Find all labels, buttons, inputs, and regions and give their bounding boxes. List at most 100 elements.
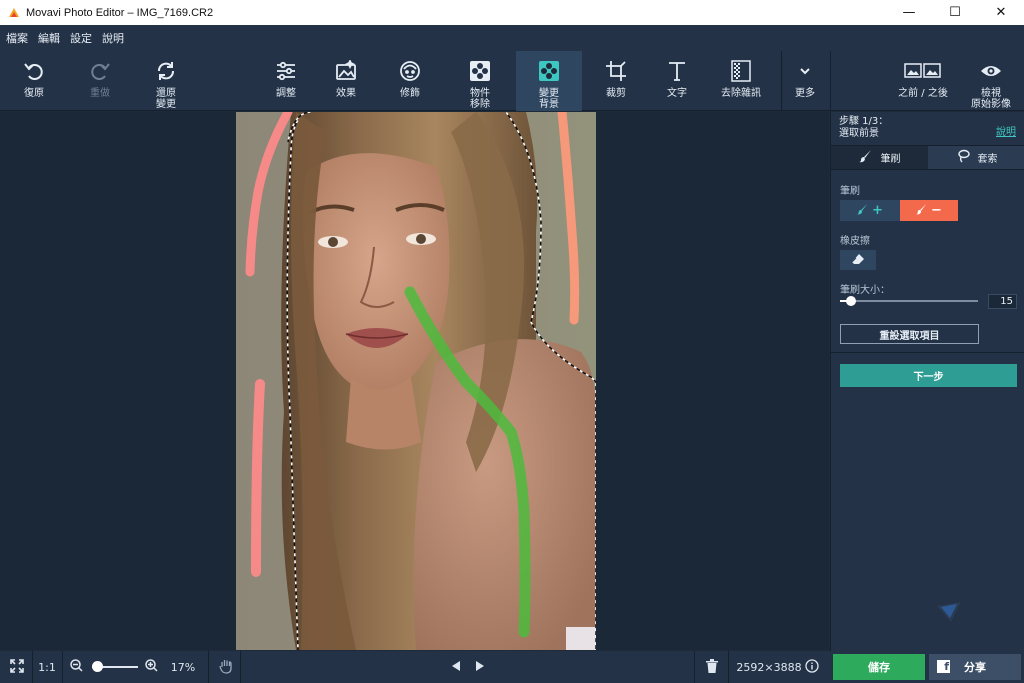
title-bar: Movavi Photo Editor – IMG_7169.CR2 — ☐ ✕ (0, 0, 1024, 25)
info-icon (805, 658, 819, 676)
eye-icon (979, 59, 1003, 83)
step-number: 步驟 1/3： (839, 116, 889, 127)
background-panel: 步驟 1/3： 選取前景 說明 筆刷 套索 筆刷 + − 橡皮擦 筆刷大小： 1… (830, 112, 1024, 652)
eraser-icon (851, 253, 865, 268)
before-after-label: 之前 / 之後 (898, 88, 948, 99)
status-divider (728, 651, 729, 683)
panel-divider (831, 352, 1024, 353)
status-divider (32, 651, 33, 683)
restore-changes-button[interactable]: 還原 變更 (134, 51, 198, 111)
effects-icon (334, 59, 358, 83)
chevron-down-icon (793, 59, 817, 83)
selection-tabs: 筆刷 套索 (831, 145, 1024, 170)
text-button[interactable]: 文字 (645, 51, 709, 111)
brush-plus-icon (857, 203, 869, 219)
change-background-button[interactable]: 變更 背景 (516, 51, 582, 111)
zoom-in-icon (144, 659, 158, 675)
info-button[interactable] (802, 651, 822, 683)
save-button[interactable]: 儲存 (833, 654, 925, 680)
brush-size-slider-track[interactable] (840, 300, 978, 302)
reset-selection-button[interactable]: 重設選取項目 (840, 324, 979, 344)
redo-icon (88, 59, 112, 83)
trash-icon (706, 658, 718, 676)
undo-label: 復原 (24, 88, 44, 99)
tab-lasso[interactable]: 套索 (928, 146, 1024, 169)
fit-screen-icon (10, 658, 24, 676)
status-divider (62, 651, 63, 683)
photo-editor-window: Movavi Photo Editor – IMG_7169.CR2 — ☐ ✕… (0, 0, 1024, 683)
image-canvas[interactable] (0, 112, 829, 650)
text-icon (665, 59, 689, 83)
movavi-logo-icon (8, 7, 20, 19)
chevron-right-icon (475, 660, 485, 675)
tab-lasso-label: 套索 (977, 154, 998, 165)
actual-size-button[interactable]: 1:1 (34, 651, 60, 683)
tab-brush[interactable]: 筆刷 (831, 146, 928, 169)
redo-label: 重做 (90, 88, 110, 99)
undo-button[interactable]: 復原 (2, 51, 66, 111)
adjust-button[interactable]: 調整 (254, 51, 318, 111)
status-divider (208, 651, 209, 683)
pan-tool-button[interactable] (214, 651, 238, 683)
more-label: 更多 (795, 88, 815, 99)
step-description: 選取前景 (839, 128, 879, 139)
object-removal-button[interactable]: 物件 移除 (448, 51, 512, 111)
window-title: Movavi Photo Editor – IMG_7169.CR2 (26, 6, 214, 19)
zoom-out-button[interactable] (68, 651, 84, 683)
tab-brush-label: 筆刷 (880, 154, 901, 165)
denoise-label: 去除雜訊 (721, 88, 761, 99)
delete-button[interactable] (700, 651, 724, 683)
view-original-button[interactable]: 檢視 原始影像 (959, 51, 1023, 111)
retouch-button[interactable]: 修飾 (378, 51, 442, 111)
change-background-label: 變更 背景 (539, 88, 559, 110)
restore-label: 還原 變更 (156, 88, 176, 110)
zoom-slider-thumb[interactable] (91, 661, 103, 672)
zoom-level: 17% (170, 660, 196, 674)
toolbar-divider (830, 51, 831, 111)
before-after-button[interactable]: 之前 / 之後 (889, 51, 957, 111)
maximize-button[interactable]: ☐ (932, 0, 978, 25)
effects-button[interactable]: 效果 (314, 51, 378, 111)
sliders-icon (274, 59, 298, 83)
fit-to-screen-button[interactable] (4, 651, 30, 683)
next-step-button[interactable]: 下一步 (840, 364, 1017, 387)
brush-size-input[interactable]: 15 (988, 294, 1017, 309)
crop-icon (604, 59, 628, 83)
foreground-brush-button[interactable]: + (840, 200, 900, 221)
crop-button[interactable]: 裁剪 (584, 51, 648, 111)
more-button[interactable]: 更多 (773, 51, 837, 111)
effects-label: 效果 (336, 88, 356, 99)
next-image-button[interactable] (472, 651, 488, 683)
background-brush-button[interactable]: − (900, 200, 958, 221)
chevron-left-icon (451, 660, 461, 675)
minimize-button[interactable]: — (886, 0, 932, 25)
eraser-section-label: 橡皮擦 (840, 236, 870, 247)
brush-add-sign: + (872, 203, 883, 218)
previous-image-button[interactable] (448, 651, 464, 683)
face-icon (398, 59, 422, 83)
facebook-icon: f (937, 660, 950, 673)
undo-icon (22, 59, 46, 83)
close-button[interactable]: ✕ (978, 0, 1024, 25)
eraser-button[interactable] (840, 250, 876, 270)
menu-bar: 檔案 編輯 設定 說明 (0, 25, 1024, 51)
zoom-in-button[interactable] (143, 651, 159, 683)
view-original-label: 檢視 原始影像 (971, 88, 1011, 110)
redo-button[interactable]: 重做 (68, 51, 132, 111)
before-after-icon (903, 59, 943, 83)
menu-help[interactable]: 說明 (102, 30, 124, 46)
change-background-icon (537, 59, 561, 83)
brush-size-slider-thumb[interactable] (846, 296, 857, 306)
hand-icon (219, 658, 233, 677)
denoise-button[interactable]: 去除雜訊 (708, 51, 774, 111)
share-button[interactable]: f 分享 (929, 654, 1021, 680)
watermark-logo-icon (935, 600, 963, 627)
brush-minus-icon (916, 203, 928, 219)
brush-size-label: 筆刷大小： (840, 285, 890, 296)
menu-edit[interactable]: 編輯 (38, 30, 60, 46)
menu-settings[interactable]: 設定 (70, 30, 92, 46)
help-link[interactable]: 說明 (996, 123, 1016, 138)
menu-file[interactable]: 檔案 (6, 30, 28, 46)
refresh-icon (154, 59, 178, 83)
photo[interactable] (236, 112, 596, 650)
